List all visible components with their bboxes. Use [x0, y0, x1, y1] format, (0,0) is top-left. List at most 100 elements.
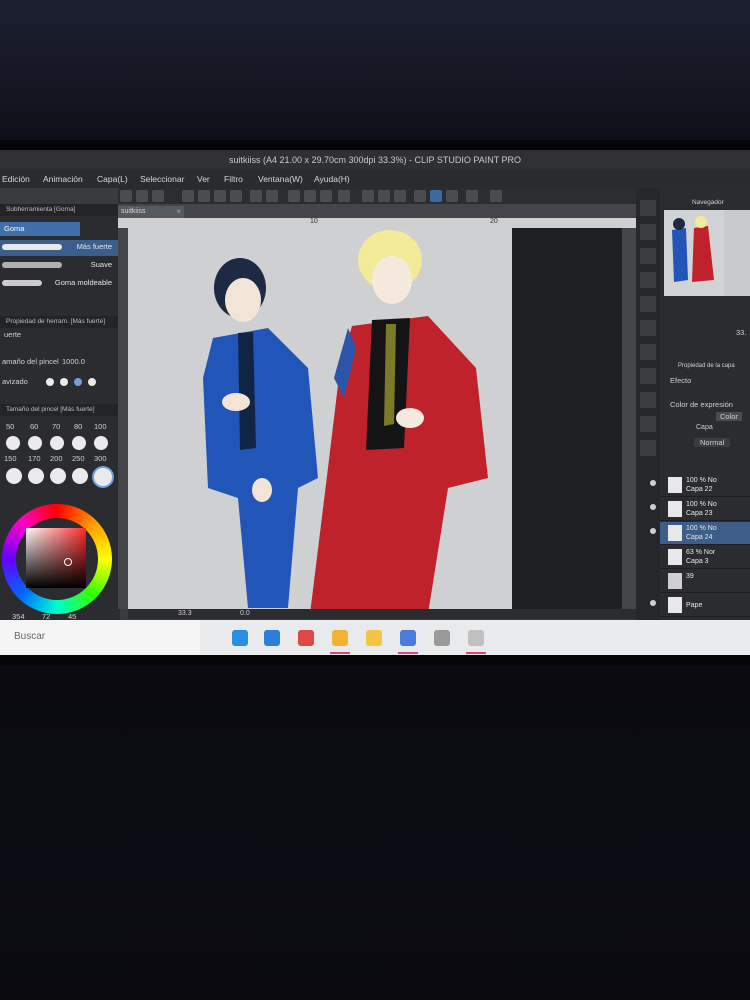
new-icon[interactable] [136, 190, 148, 202]
layer-row[interactable]: Pape [650, 594, 750, 617]
select-icon[interactable] [362, 190, 374, 202]
brush-item-mas-fuerte[interactable]: Más fuerte [0, 240, 118, 256]
color-cursor[interactable] [64, 558, 72, 566]
download-icon[interactable] [640, 440, 656, 456]
antialias-option-weak[interactable] [60, 378, 68, 386]
size-dot[interactable] [50, 436, 64, 450]
subtool-tab-goma[interactable]: Goma [0, 222, 80, 236]
document-tab[interactable]: suitkiiss × [118, 206, 184, 218]
store-icon[interactable] [264, 630, 280, 646]
new-file-icon[interactable] [182, 190, 194, 202]
transform-icon[interactable] [320, 190, 332, 202]
antialias-option-none[interactable] [46, 378, 54, 386]
menu-icon[interactable] [120, 190, 132, 202]
open-icon[interactable] [198, 190, 210, 202]
menu-ayuda[interactable]: Ayuda(H) [314, 170, 350, 188]
export-icon[interactable] [230, 190, 242, 202]
close-icon[interactable]: × [176, 206, 181, 218]
save-icon[interactable] [214, 190, 226, 202]
size-dot[interactable] [6, 468, 22, 484]
material-icon[interactable] [640, 344, 656, 360]
search-icon[interactable] [640, 200, 656, 216]
folder-icon[interactable] [366, 630, 382, 646]
size-dot[interactable] [6, 436, 20, 450]
size-option-label[interactable]: 50 [6, 422, 14, 431]
antialias-option-strong[interactable] [88, 378, 96, 386]
eye-icon[interactable] [650, 528, 656, 534]
clip-studio-paint-icon[interactable] [468, 630, 484, 646]
size-option-label[interactable]: 60 [30, 422, 38, 431]
download-icon[interactable] [640, 248, 656, 264]
size-dot[interactable] [72, 468, 88, 484]
size-option-label[interactable]: 300 [94, 454, 107, 463]
star-icon[interactable] [640, 392, 656, 408]
layer-property-label[interactable]: Propiedad de la capa [678, 363, 735, 369]
size-dot[interactable] [28, 436, 42, 450]
layer-row[interactable]: 100 % No Capa 22 [650, 474, 750, 497]
navigator-thumbnail[interactable] [664, 210, 750, 296]
help-icon[interactable] [490, 190, 502, 202]
canvas-area[interactable]: suitkiiss × 10 20 [118, 204, 636, 614]
lasso-icon[interactable] [378, 190, 390, 202]
menu-animacion[interactable]: Animación [43, 170, 83, 188]
edge-icon[interactable] [232, 630, 248, 646]
color-wheel[interactable] [2, 504, 112, 614]
size-option-label[interactable]: 100 [94, 422, 107, 431]
redo-icon[interactable] [266, 190, 278, 202]
antialias-option-medium[interactable] [74, 378, 82, 386]
layer-row[interactable]: 100 % No Capa 23 [650, 498, 750, 521]
size-option-label[interactable]: 250 [72, 454, 85, 463]
brush-size-value[interactable]: 1000.0 [62, 357, 85, 366]
undo-icon[interactable] [250, 190, 262, 202]
eraser-icon[interactable] [430, 190, 442, 202]
folder-icon[interactable] [640, 368, 656, 384]
image-icon[interactable] [640, 320, 656, 336]
size-option-label[interactable]: 170 [28, 454, 41, 463]
rotation-value[interactable]: 0.0 [240, 610, 250, 617]
ruler-icon[interactable] [466, 190, 478, 202]
size-dot-selected[interactable] [94, 468, 112, 486]
menu-capa[interactable]: Capa(L) [97, 170, 128, 188]
gift-icon[interactable] [298, 630, 314, 646]
color-button[interactable]: Color [716, 412, 742, 421]
size-dot[interactable] [50, 468, 66, 484]
eye-icon[interactable] [650, 600, 656, 606]
app-icon[interactable] [400, 630, 416, 646]
drawing-canvas[interactable] [128, 228, 512, 614]
menu-filtro[interactable]: Filtro [224, 170, 243, 188]
size-dot[interactable] [94, 436, 108, 450]
size-option-label[interactable]: 70 [52, 422, 60, 431]
grid-icon[interactable] [640, 296, 656, 312]
menu-ver[interactable]: Ver [197, 170, 210, 188]
crop-icon[interactable] [338, 190, 350, 202]
taskbar-search[interactable]: Buscar [0, 620, 200, 655]
navigator-label[interactable]: Navegador [692, 199, 724, 206]
layer-tab[interactable]: Capa [696, 424, 713, 431]
size-option-label[interactable]: 80 [74, 422, 82, 431]
zoom-value[interactable]: 33.3 [178, 610, 192, 617]
chrome-icon[interactable] [332, 630, 348, 646]
layer-row-selected[interactable]: 100 % No Capa 24 [650, 522, 750, 545]
size-dot[interactable] [72, 436, 86, 450]
star-icon[interactable] [640, 272, 656, 288]
brush-item-suave[interactable]: Suave [0, 258, 118, 274]
navigator-zoom[interactable]: 33. [736, 328, 746, 337]
cs-icon[interactable] [152, 190, 164, 202]
eye-icon[interactable] [650, 504, 656, 510]
menu-seleccionar[interactable]: Seleccionar [140, 170, 184, 188]
brush-icon[interactable] [446, 190, 458, 202]
layer-row[interactable]: 39 [660, 570, 750, 593]
size-option-label[interactable]: 200 [50, 454, 63, 463]
eye-icon[interactable] [650, 480, 656, 486]
star-icon[interactable] [640, 224, 656, 240]
size-option-label[interactable]: 150 [4, 454, 17, 463]
clip-studio-icon[interactable] [434, 630, 450, 646]
size-dot[interactable] [28, 468, 44, 484]
blend-mode-select[interactable]: Normal [694, 438, 731, 447]
pen-icon[interactable] [414, 190, 426, 202]
fill-icon[interactable] [304, 190, 316, 202]
menu-edicion[interactable]: Edición [2, 170, 30, 188]
busy-icon[interactable] [288, 190, 300, 202]
brush-item-goma-moldeable[interactable]: Goma moldeable [0, 276, 118, 292]
layer-row[interactable]: 63 % Nor Capa 3 [660, 546, 750, 569]
